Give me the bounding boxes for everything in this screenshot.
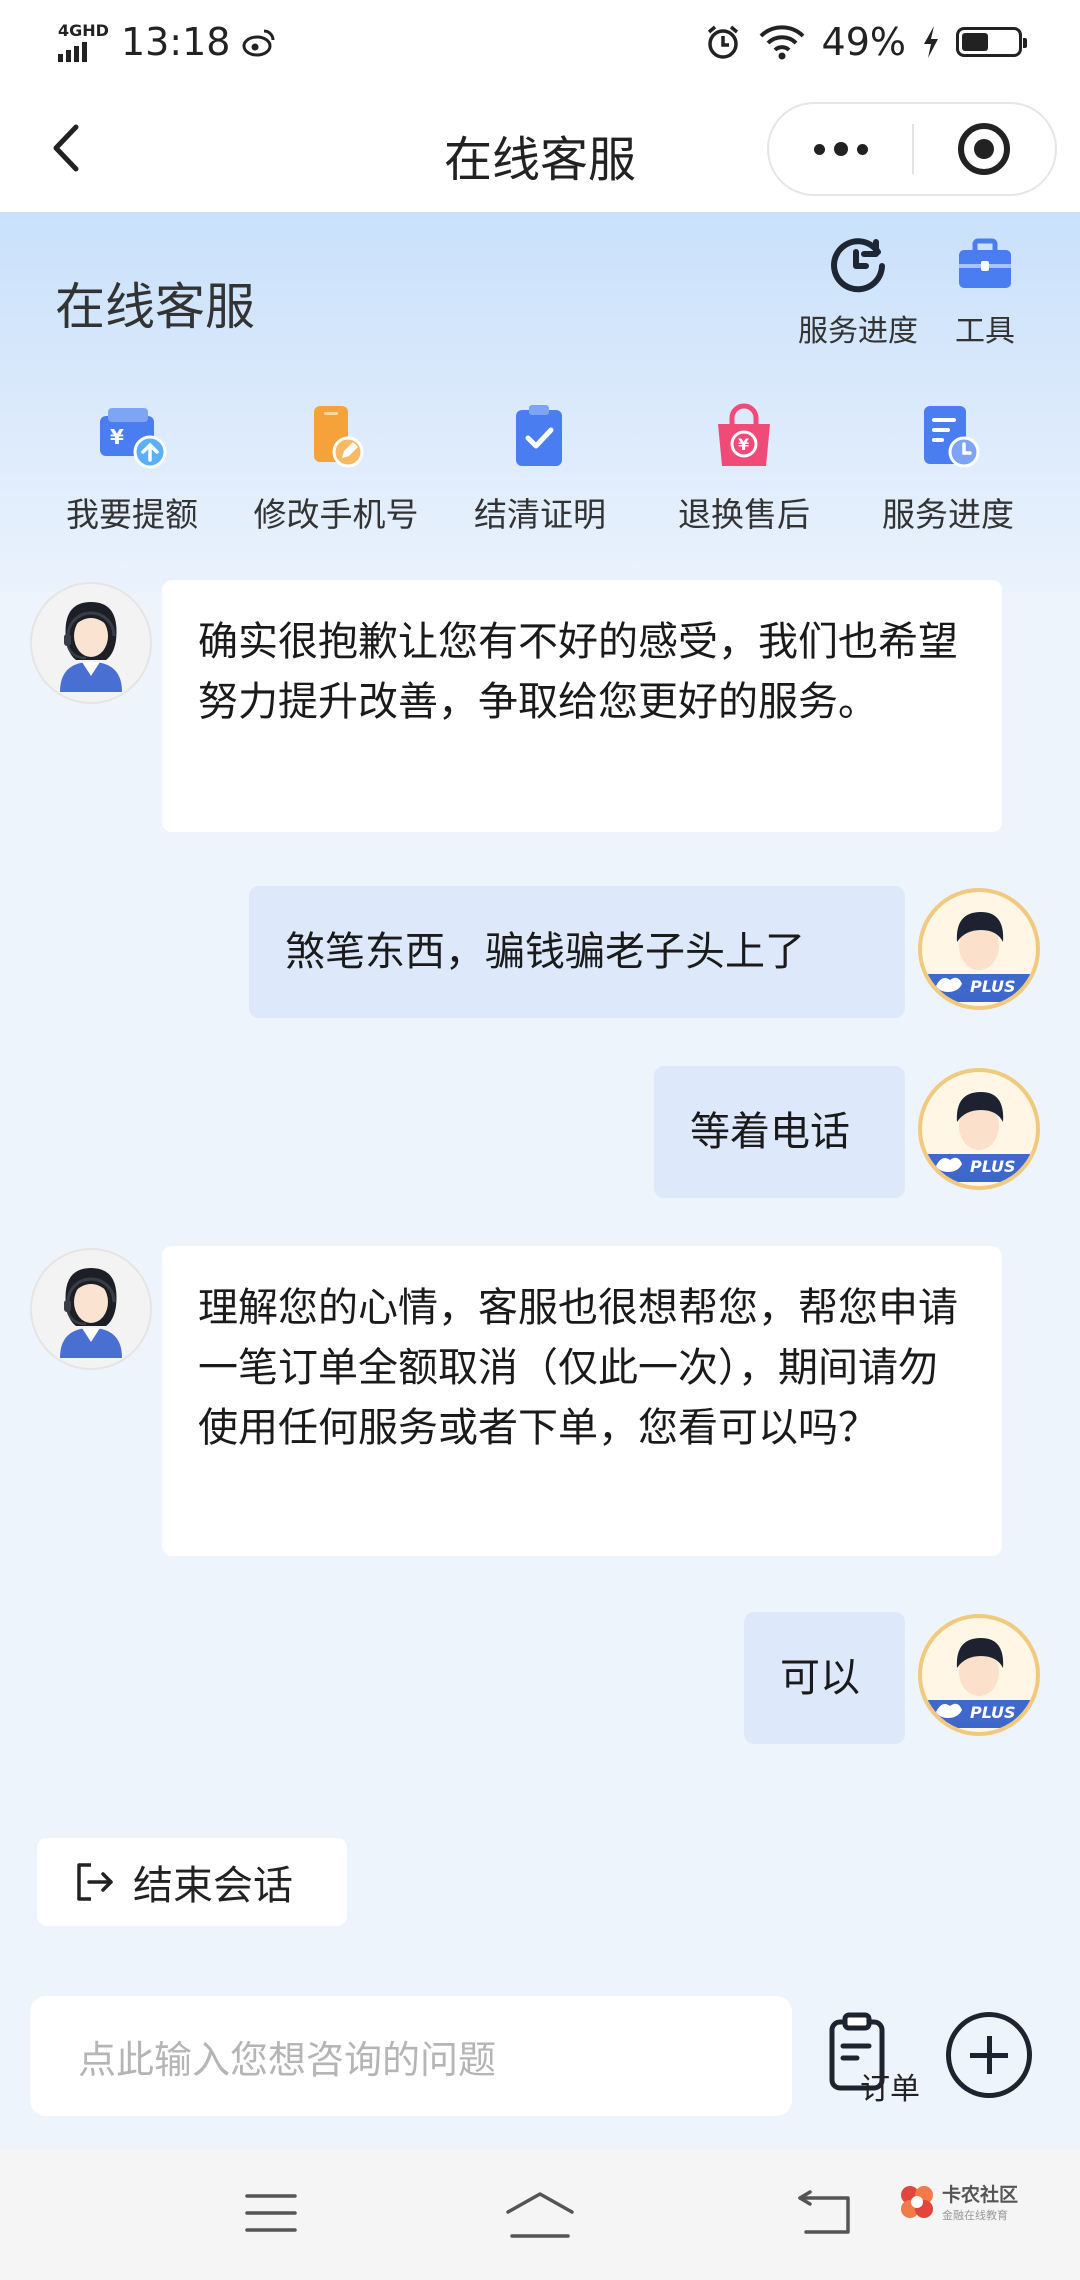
system-navigation-bar: 卡农社区 金融在线教育: [0, 2150, 1080, 2280]
shortcut-change-phone-label: 修改手机号: [253, 495, 419, 534]
plus-badge: PLUS: [970, 1157, 1016, 1176]
wallet-up-icon: ¥: [100, 408, 167, 469]
agent-avatar: [30, 1248, 152, 1370]
alarm-icon: [707, 25, 738, 59]
panel-title: 在线客服: [55, 278, 255, 336]
user-avatar-icon: PLUS: [928, 912, 1030, 1002]
network-indicator: 4GHD: [58, 20, 109, 62]
user-avatar: PLUS: [918, 1068, 1040, 1190]
message-text: 理解您的心情，客服也很想帮您，帮您申请一笔订单全额取消（仅此一次），期间请勿使用…: [198, 1285, 958, 1451]
svg-text:¥: ¥: [738, 435, 749, 454]
shortcut-settlement-proof-label: 结清证明: [474, 495, 606, 534]
logout-icon: [77, 1863, 113, 1901]
shortcut-after-sales[interactable]: ¥ 退换售后: [642, 402, 846, 536]
clock-time: 13:18: [120, 20, 231, 64]
shortcut-change-phone[interactable]: 修改手机号: [234, 402, 438, 536]
close-target-button[interactable]: [914, 104, 1055, 194]
agent-avatar: [30, 582, 152, 704]
recent-apps-button[interactable]: [244, 2190, 298, 2240]
watermark-subtitle: 金融在线教育: [942, 2209, 1008, 2222]
shortcut-service-progress[interactable]: 服务进度: [846, 402, 1050, 536]
user-avatar-icon: PLUS: [928, 1638, 1030, 1728]
system-back-button[interactable]: [796, 2190, 852, 2240]
tools-button[interactable]: 工具: [953, 232, 1017, 350]
service-panel: 在线客服 服务进度 工具 ¥ 我要提额 修改手机号 结清证明 ¥ 退换售后 服务…: [0, 212, 1080, 592]
end-session-label: 结束会话: [133, 1863, 293, 1909]
navigation-bar: 在线客服: [0, 84, 1080, 212]
network-hd: HD: [82, 20, 109, 40]
plus-badge: PLUS: [970, 1703, 1016, 1722]
customer-service-agent-icon: [60, 1268, 122, 1358]
message-bubble-agent: 理解您的心情，客服也很想帮您，帮您申请一笔订单全额取消（仅此一次），期间请勿使用…: [162, 1246, 1002, 1556]
shortcut-settlement-proof[interactable]: 结清证明: [438, 402, 642, 536]
message-bubble-user: 等着电话: [654, 1066, 905, 1198]
phone-edit-icon: [314, 406, 364, 468]
service-progress-top-label: 服务进度: [798, 314, 918, 349]
message-text: 确实很抱歉让您有不好的感受，我们也希望努力提升改善，争取给您更好的服务。: [198, 619, 958, 725]
weibo-icon: [242, 29, 275, 57]
home-icon: [506, 2192, 574, 2238]
customer-service-agent-icon: [60, 602, 122, 692]
order-button[interactable]: 订单: [822, 2012, 922, 2112]
watermark: 卡农社区 金融在线教育: [898, 2180, 1018, 2223]
end-session-button[interactable]: 结束会话: [37, 1838, 347, 1926]
user-avatar: PLUS: [918, 888, 1040, 1010]
refund-bag-icon: ¥: [718, 403, 770, 466]
message-input-placeholder: 点此输入您想咨询的问题: [78, 2037, 497, 2082]
message-text: 等着电话: [690, 1109, 850, 1155]
battery-icon: [956, 27, 1027, 57]
target-circle-icon: [958, 123, 1011, 175]
service-progress-top-button[interactable]: 服务进度: [798, 232, 918, 350]
message-bubble-user: 煞笔东西，骗钱骗老子头上了: [249, 886, 905, 1018]
wifi-icon: [759, 25, 804, 60]
shortcut-service-progress-label: 服务进度: [882, 495, 1014, 534]
svg-text:¥: ¥: [110, 425, 124, 449]
menu-icon: [245, 2194, 297, 2232]
user-avatar: PLUS: [918, 1614, 1040, 1736]
charging-icon: [924, 26, 938, 58]
signal-icon: [58, 41, 87, 62]
order-label: 订单: [860, 2072, 920, 2107]
plus-circle-icon[interactable]: [946, 2012, 1032, 2098]
message-bubble-agent: 确实很抱歉让您有不好的感受，我们也希望努力提升改善，争取给您更好的服务。: [162, 580, 1002, 832]
more-dots-icon[interactable]: [769, 104, 912, 194]
message-text: 可以: [780, 1655, 860, 1701]
clock-icon: [831, 238, 885, 293]
status-left: 4GHD 13:18: [58, 20, 276, 64]
shortcut-after-sales-label: 退换售后: [678, 495, 810, 534]
shortcut-raise-limit-label: 我要提额: [66, 495, 198, 534]
tools-label: 工具: [955, 314, 1015, 349]
battery-fill: [962, 33, 989, 51]
clipboard-check-icon: [516, 405, 562, 466]
shortcut-row: ¥ 我要提额 修改手机号 结清证明 ¥ 退换售后 服务进度: [0, 402, 1080, 536]
document-clock-icon: [924, 406, 980, 468]
message-input[interactable]: 点此输入您想咨询的问题: [30, 1996, 792, 2116]
status-right: 49%: [704, 20, 1027, 64]
kanong-logo-icon: [901, 2185, 933, 2218]
network-type: 4G: [58, 20, 83, 40]
back-arrow-icon: [798, 2190, 850, 2234]
toolbox-icon: [959, 238, 1011, 288]
status-bar: 4GHD 13:18 49%: [0, 0, 1080, 84]
mini-program-capsule: [767, 102, 1057, 196]
message-text: 煞笔东西，骗钱骗老子头上了: [285, 929, 805, 975]
plus-badge: PLUS: [970, 977, 1016, 996]
message-bubble-user: 可以: [744, 1612, 905, 1744]
battery-percent: 49%: [821, 20, 906, 64]
watermark-title: 卡农社区: [942, 2184, 1019, 2206]
shortcut-raise-limit[interactable]: ¥ 我要提额: [30, 402, 234, 536]
user-avatar-icon: PLUS: [928, 1092, 1030, 1182]
home-button[interactable]: [504, 2190, 576, 2244]
